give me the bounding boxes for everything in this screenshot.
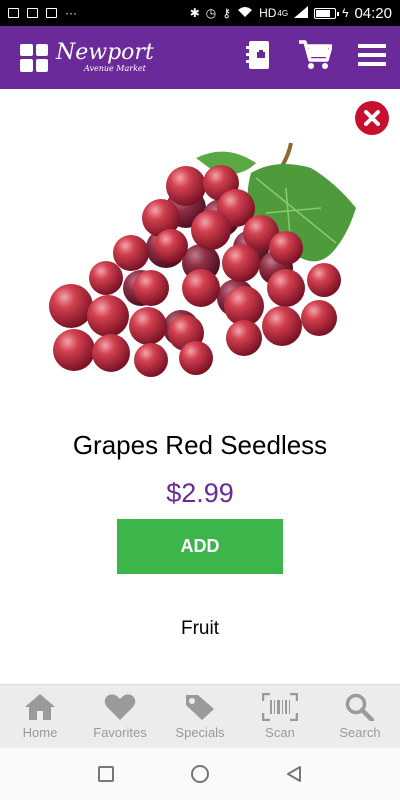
status-time: 04:20 [354, 4, 392, 22]
network-label: HD [259, 6, 277, 20]
search-icon [345, 693, 375, 721]
image-notification-icon [8, 8, 19, 18]
cart-icon[interactable] [298, 39, 333, 76]
home-icon [25, 694, 55, 720]
close-button[interactable] [355, 101, 389, 135]
heart-icon [104, 694, 136, 720]
nav-label-specials: Specials [175, 725, 225, 740]
charging-icon: ϟ [342, 6, 349, 20]
more-notifications-icon: ··· [65, 6, 77, 20]
logo-text: Newport [56, 40, 154, 65]
product-name: Grapes Red Seedless [72, 430, 328, 460]
nav-label-search: Search [339, 725, 381, 740]
nav-label-favorites: Favorites [93, 725, 147, 740]
nav-item-search[interactable]: Search [320, 685, 400, 748]
nav-item-scan[interactable]: Scan [240, 685, 320, 748]
notification-icons: ··· [8, 6, 77, 20]
calendar-notification-icon [46, 8, 57, 18]
recent-apps-icon[interactable] [97, 765, 115, 783]
status-bar: ··· ✱ ◷ ⚷ HD 4G ϟ 04:20 [0, 0, 400, 26]
menu-icon[interactable] [358, 43, 386, 72]
shopping-list-icon[interactable] [246, 40, 272, 75]
wifi-icon [237, 6, 253, 21]
app-header: Newport Avenue Market [0, 26, 400, 89]
product-image [49, 142, 356, 377]
bluetooth-icon: ✱ [189, 6, 200, 20]
product-category: Fruit [181, 618, 219, 639]
key-icon: ⚷ [222, 6, 232, 20]
signal-icon [294, 5, 309, 21]
nav-label-scan: Scan [265, 725, 295, 740]
product-price: $2.99 [166, 478, 234, 508]
back-icon[interactable] [285, 765, 303, 783]
close-icon [364, 110, 380, 126]
bottom-nav: Home Favorites Specials Scan Search [0, 684, 400, 748]
system-nav-bar [0, 748, 400, 800]
nav-item-favorites[interactable]: Favorites [80, 685, 160, 748]
categories-grid-icon[interactable] [20, 43, 48, 72]
alarm-icon: ◷ [205, 6, 217, 20]
tag-icon [186, 695, 214, 720]
sd-notification-icon [27, 8, 38, 18]
home-circle-icon[interactable] [190, 764, 210, 784]
nav-label-home: Home [22, 725, 58, 740]
network-type: 4G [277, 8, 289, 18]
add-to-cart-button[interactable]: ADD [117, 519, 283, 574]
store-logo[interactable]: Newport Avenue Market [56, 42, 154, 73]
nav-item-home[interactable]: Home [0, 685, 80, 748]
logo-subtext: Avenue Market [84, 64, 146, 73]
nav-item-specials[interactable]: Specials [160, 685, 240, 748]
battery-icon [314, 7, 340, 19]
barcode-icon [262, 693, 298, 721]
